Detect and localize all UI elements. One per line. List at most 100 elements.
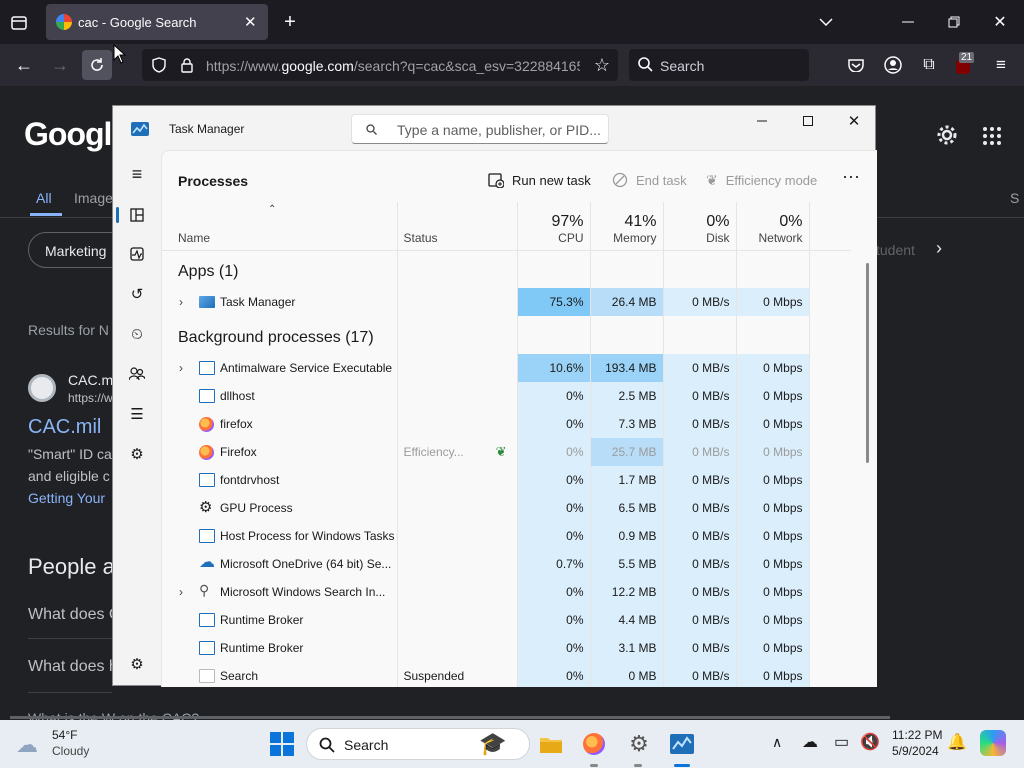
chevron-right-icon[interactable]: › <box>936 238 942 259</box>
cpu-cell: 0% <box>516 438 590 466</box>
minimize-icon[interactable] <box>896 10 920 34</box>
cloud-sync-icon[interactable]: ☁ <box>802 732 818 752</box>
table-row[interactable]: fontdrvhost 0% 1.7 MB 0 MB/s 0 Mbps <box>162 466 851 494</box>
vertical-scrollbar[interactable] <box>866 263 869 463</box>
taskbar-search[interactable]: Search 🎓 <box>306 728 530 760</box>
google-favicon-icon <box>56 14 72 30</box>
process-search-input[interactable]: Type a name, publisher, or PID... <box>351 114 609 144</box>
process-name-cell: › ⚲ Microsoft Windows Search In... <box>162 578 397 606</box>
close-tab-icon[interactable]: ✕ <box>244 13 257 31</box>
clock-date[interactable]: 5/9/2024 <box>892 744 939 758</box>
snippet-link[interactable]: Getting Your <box>28 490 105 506</box>
disk-header-label: Disk <box>706 230 730 245</box>
tab-all[interactable]: All <box>36 190 52 206</box>
close-window-icon[interactable]: ✕ <box>988 10 1012 34</box>
back-icon[interactable]: ← <box>12 53 36 77</box>
table-row[interactable]: Runtime Broker 0% 4.4 MB 0 MB/s 0 Mbps <box>162 606 851 634</box>
column-header-disk[interactable]: 0% Disk <box>662 202 736 251</box>
table-row[interactable]: Firefox Efficiency... ❦ 0% 25.7 MB 0 MB/s… <box>162 438 851 466</box>
table-row[interactable]: Host Process for Windows Tasks 0% 0.9 MB… <box>162 522 851 550</box>
end-task-button[interactable]: End task <box>612 172 687 188</box>
result-title[interactable]: CAC.mil <box>28 416 101 439</box>
horizontal-scrollbar[interactable] <box>10 716 890 719</box>
show-hidden-icons-chevron-icon[interactable]: ∧ <box>772 734 782 751</box>
table-row[interactable]: › Antimalware Service Executable 10.6% 19… <box>162 354 851 382</box>
tm-close-icon[interactable]: ✕ <box>843 110 865 132</box>
windows-start-icon[interactable] <box>270 732 294 756</box>
site-url[interactable]: https://w <box>68 391 113 405</box>
settings-taskbar-icon[interactable]: ⚙ <box>625 730 653 758</box>
tab-images[interactable]: Image <box>74 190 113 206</box>
more-options-icon[interactable]: ··· <box>842 166 860 187</box>
apps-grid-icon[interactable] <box>982 126 1002 146</box>
tab-list-icon[interactable] <box>8 12 30 34</box>
weather-condition[interactable]: Cloudy <box>52 744 89 758</box>
processes-icon[interactable] <box>125 203 149 227</box>
site-name[interactable]: CAC.m <box>68 372 113 388</box>
notification-bell-icon[interactable]: 🔔 <box>947 732 967 752</box>
background-group-row[interactable]: Background processes (17) <box>162 316 851 354</box>
table-row[interactable]: ☁ Microsoft OneDrive (64 bit) Se... 0.7% … <box>162 550 851 578</box>
table-row[interactable]: › ⚲ Microsoft Windows Search In... 0% 12.2… <box>162 578 851 606</box>
chip-student[interactable]: tudent <box>876 242 915 258</box>
search-icon <box>366 124 377 135</box>
weather-cloud-icon[interactable]: ☁ <box>16 732 44 757</box>
users-icon[interactable] <box>125 362 149 386</box>
expand-chevron-icon[interactable]: › <box>179 361 183 375</box>
column-header-status[interactable]: Status <box>396 202 517 251</box>
tm-maximize-icon[interactable] <box>797 112 819 130</box>
settings-icon[interactable]: ⚙ <box>125 652 149 676</box>
details-icon[interactable]: ☰ <box>125 402 149 426</box>
efficiency-mode-button[interactable]: ❦ Efficiency mode <box>706 172 817 189</box>
settings-gear-icon[interactable] <box>936 124 958 146</box>
account-icon[interactable] <box>882 54 904 76</box>
column-header-name[interactable]: ⌃ Name <box>162 202 397 251</box>
apps-group-row[interactable]: Apps (1) <box>162 250 851 288</box>
services-icon[interactable]: ⚙ <box>125 442 149 466</box>
table-row[interactable]: ⚙ GPU Process 0% 6.5 MB 0 MB/s 0 Mbps <box>162 494 851 522</box>
ublock-extension-icon[interactable]: 21 <box>953 52 975 76</box>
menu-icon[interactable]: ≡ <box>990 54 1012 76</box>
forward-icon[interactable]: → <box>48 53 72 77</box>
lock-icon[interactable] <box>178 56 196 74</box>
table-row[interactable]: Search Suspended 0% 0 MB 0 MB/s 0 Mbps <box>162 662 851 687</box>
copilot-icon[interactable] <box>980 730 1006 756</box>
restore-icon[interactable] <box>942 10 966 34</box>
chevron-down-icon[interactable] <box>814 10 838 34</box>
table-row[interactable]: firefox 0% 7.3 MB 0 MB/s 0 Mbps <box>162 410 851 438</box>
browser-tab[interactable]: cac - Google Search ✕ <box>46 4 268 40</box>
browser-search-box[interactable]: Search <box>629 49 809 81</box>
performance-icon[interactable] <box>125 242 149 266</box>
weather-temp[interactable]: 54°F <box>52 728 77 742</box>
bookmark-star-icon[interactable]: ☆ <box>592 55 612 75</box>
hamburger-menu-icon[interactable]: ≡ <box>125 162 149 186</box>
question-2[interactable]: What does h <box>28 658 118 676</box>
tm-minimize-icon[interactable] <box>751 112 773 130</box>
app-history-icon[interactable]: ↺ <box>125 282 149 306</box>
run-new-task-button[interactable]: Run new task <box>488 172 591 188</box>
startup-apps-icon[interactable]: ⏲ <box>125 322 149 346</box>
extensions-icon[interactable]: ⧉ <box>918 54 940 76</box>
column-header-cpu[interactable]: 97% CPU <box>516 202 590 251</box>
reload-icon[interactable] <box>82 50 112 80</box>
url-text[interactable]: https://www.google.com/search?q=cac&sca_… <box>206 58 580 74</box>
volume-muted-icon[interactable]: 🔇 <box>860 732 880 752</box>
file-explorer-icon[interactable] <box>537 730 565 758</box>
expand-chevron-icon[interactable]: › <box>179 295 183 309</box>
column-header-memory[interactable]: 41% Memory <box>589 202 663 251</box>
display-icon[interactable]: ▭ <box>834 732 849 752</box>
question-1[interactable]: What does C <box>28 606 120 624</box>
clock-time[interactable]: 11:22 PM <box>892 728 942 742</box>
pocket-icon[interactable] <box>845 55 867 75</box>
table-row[interactable]: Runtime Broker 0% 3.1 MB 0 MB/s 0 Mbps <box>162 634 851 662</box>
shield-icon[interactable] <box>150 56 168 74</box>
table-row[interactable]: › Task Manager 75.3% 26.4 MB 0 MB/s 0 Mbp… <box>162 288 851 316</box>
process-table: ⌃ Name Status 97% CPU 41% Memory 0% Disk 0%… <box>162 202 851 687</box>
column-header-network[interactable]: 0% Network <box>735 202 809 251</box>
firefox-taskbar-icon[interactable] <box>580 730 608 758</box>
process-window-icon <box>199 613 215 627</box>
table-row[interactable]: dllhost 0% 2.5 MB 0 MB/s 0 Mbps <box>162 382 851 410</box>
expand-chevron-icon[interactable]: › <box>179 585 183 599</box>
task-manager-taskbar-icon[interactable] <box>668 730 696 758</box>
new-tab-icon[interactable]: + <box>278 10 302 34</box>
